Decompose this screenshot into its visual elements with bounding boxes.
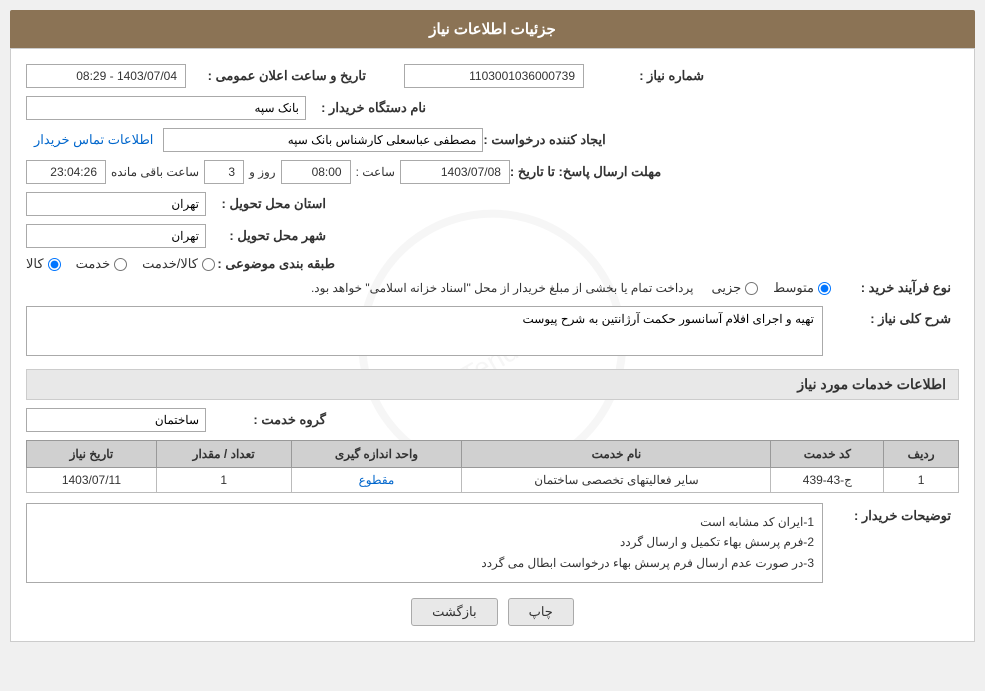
- deadline-time: 08:00: [281, 160, 351, 184]
- announce-value: 1403/07/04 - 08:29: [26, 64, 186, 88]
- category-label-goods-services: کالا/خدمت: [142, 256, 198, 272]
- buyer-notes-label: توضیحات خریدار :: [831, 508, 951, 524]
- need-number-row: شماره نیاز : 1103001036000739 تاریخ و سا…: [26, 64, 959, 88]
- category-radio-goods[interactable]: [48, 258, 61, 271]
- col-unit: واحد اندازه گیری: [291, 441, 462, 468]
- process-note: پرداخت تمام یا بخشی از مبلغ خریدار از مح…: [26, 281, 693, 295]
- category-row: طبقه بندی موضوعی : کالا/خدمت خدمت کالا: [26, 256, 959, 272]
- need-desc-textarea[interactable]: تهیه و اجرای افلام آسانسور حکمت آرژانتین…: [26, 306, 823, 356]
- need-desc-section: شرح کلی نیاز : تهیه و اجرای افلام آسانسو…: [26, 306, 959, 359]
- category-label-service: خدمت: [76, 256, 111, 272]
- province-row: استان محل تحویل :: [26, 192, 959, 216]
- city-label: شهر محل تحویل :: [206, 228, 326, 244]
- buyer-org-row: نام دستگاه خریدار :: [26, 96, 959, 120]
- back-button[interactable]: بازگشت: [411, 598, 497, 626]
- buyer-note-3: 3-در صورت عدم ارسال فرم پرسش بهاء درخواس…: [35, 553, 814, 573]
- process-row: نوع فرآیند خرید : متوسط جزیی پرداخت تمام…: [26, 280, 959, 296]
- deadline-days: 3: [204, 160, 244, 184]
- process-label-medium: متوسط: [773, 280, 814, 296]
- buyer-notes-section: توضیحات خریدار : 1-ایران کد مشابه است 2-…: [26, 503, 959, 583]
- category-option-service[interactable]: خدمت: [76, 256, 128, 272]
- creator-input[interactable]: [163, 128, 483, 152]
- col-row: ردیف: [884, 441, 959, 468]
- cell-code: ج-43-439: [771, 468, 884, 493]
- city-input[interactable]: [26, 224, 206, 248]
- process-radio-partial[interactable]: [745, 282, 758, 295]
- deadline-row: مهلت ارسال پاسخ: تا تاریخ : 1403/07/08 س…: [26, 160, 959, 184]
- buyer-org-label: نام دستگاه خریدار :: [306, 100, 426, 116]
- category-label: طبقه بندی موضوعی :: [215, 256, 335, 272]
- cell-date: 1403/07/11: [27, 468, 157, 493]
- need-desc-label: شرح کلی نیاز :: [831, 311, 951, 327]
- process-label: نوع فرآیند خرید :: [831, 280, 951, 296]
- creator-label: ایجاد کننده درخواست :: [483, 132, 605, 148]
- need-number-value: 1103001036000739: [404, 64, 584, 88]
- col-date: تاریخ نیاز: [27, 441, 157, 468]
- province-input[interactable]: [26, 192, 206, 216]
- col-qty: تعداد / مقدار: [156, 441, 291, 468]
- service-group-label: گروه خدمت :: [206, 412, 326, 428]
- need-number-label: شماره نیاز :: [584, 68, 704, 84]
- deadline-label: مهلت ارسال پاسخ: تا تاریخ :: [510, 164, 661, 180]
- category-radio-group: کالا/خدمت خدمت کالا: [26, 256, 215, 272]
- process-radio-medium[interactable]: [818, 282, 831, 295]
- print-button[interactable]: چاپ: [508, 598, 574, 626]
- city-row: شهر محل تحویل :: [26, 224, 959, 248]
- buyer-note-1: 1-ایران کد مشابه است: [35, 512, 814, 532]
- cell-unit[interactable]: مقطوع: [291, 468, 462, 493]
- buyer-note-2: 2-فرم پرسش بهاء تکمیل و ارسال گردد: [35, 532, 814, 552]
- category-option-goods-services[interactable]: کالا/خدمت: [142, 256, 215, 272]
- service-group-input[interactable]: [26, 408, 206, 432]
- services-table: ردیف کد خدمت نام خدمت واحد اندازه گیری ت…: [26, 440, 959, 493]
- deadline-time-label: ساعت :: [356, 165, 395, 179]
- announce-label: تاریخ و ساعت اعلان عمومی :: [186, 68, 366, 84]
- province-label: استان محل تحویل :: [206, 196, 326, 212]
- services-section-title: اطلاعات خدمات مورد نیاز: [26, 369, 959, 400]
- cell-qty: 1: [156, 468, 291, 493]
- process-radio-group: متوسط جزیی: [711, 280, 831, 296]
- buyer-notes-box: 1-ایران کد مشابه است 2-فرم پرسش بهاء تکم…: [26, 503, 823, 583]
- table-row: 1 ج-43-439 سایر فعالیتهای تخصصی ساختمان …: [27, 468, 959, 493]
- service-group-row: گروه خدمت :: [26, 408, 959, 432]
- button-row: چاپ بازگشت: [26, 598, 959, 626]
- deadline-remaining-label: ساعت باقی مانده: [111, 165, 199, 179]
- col-name: نام خدمت: [462, 441, 771, 468]
- process-label-partial: جزیی: [711, 280, 741, 296]
- creator-row: ایجاد کننده درخواست : اطلاعات تماس خریدا…: [26, 128, 959, 152]
- process-option-medium[interactable]: متوسط: [773, 280, 831, 296]
- deadline-days-label: روز و: [249, 165, 276, 179]
- buyer-org-input[interactable]: [26, 96, 306, 120]
- contact-link[interactable]: اطلاعات تماس خریدار: [34, 132, 153, 148]
- deadline-remaining: 23:04:26: [26, 160, 106, 184]
- col-code: کد خدمت: [771, 441, 884, 468]
- category-radio-goods-services[interactable]: [202, 258, 215, 271]
- category-radio-service[interactable]: [114, 258, 127, 271]
- page-header: جزئیات اطلاعات نیاز: [10, 10, 975, 48]
- category-label-goods: کالا: [26, 256, 44, 272]
- category-option-goods[interactable]: کالا: [26, 256, 61, 272]
- page-title: جزئیات اطلاعات نیاز: [429, 21, 556, 38]
- cell-name: سایر فعالیتهای تخصصی ساختمان: [462, 468, 771, 493]
- deadline-date: 1403/07/08: [400, 160, 510, 184]
- process-option-partial[interactable]: جزیی: [711, 280, 758, 296]
- cell-row: 1: [884, 468, 959, 493]
